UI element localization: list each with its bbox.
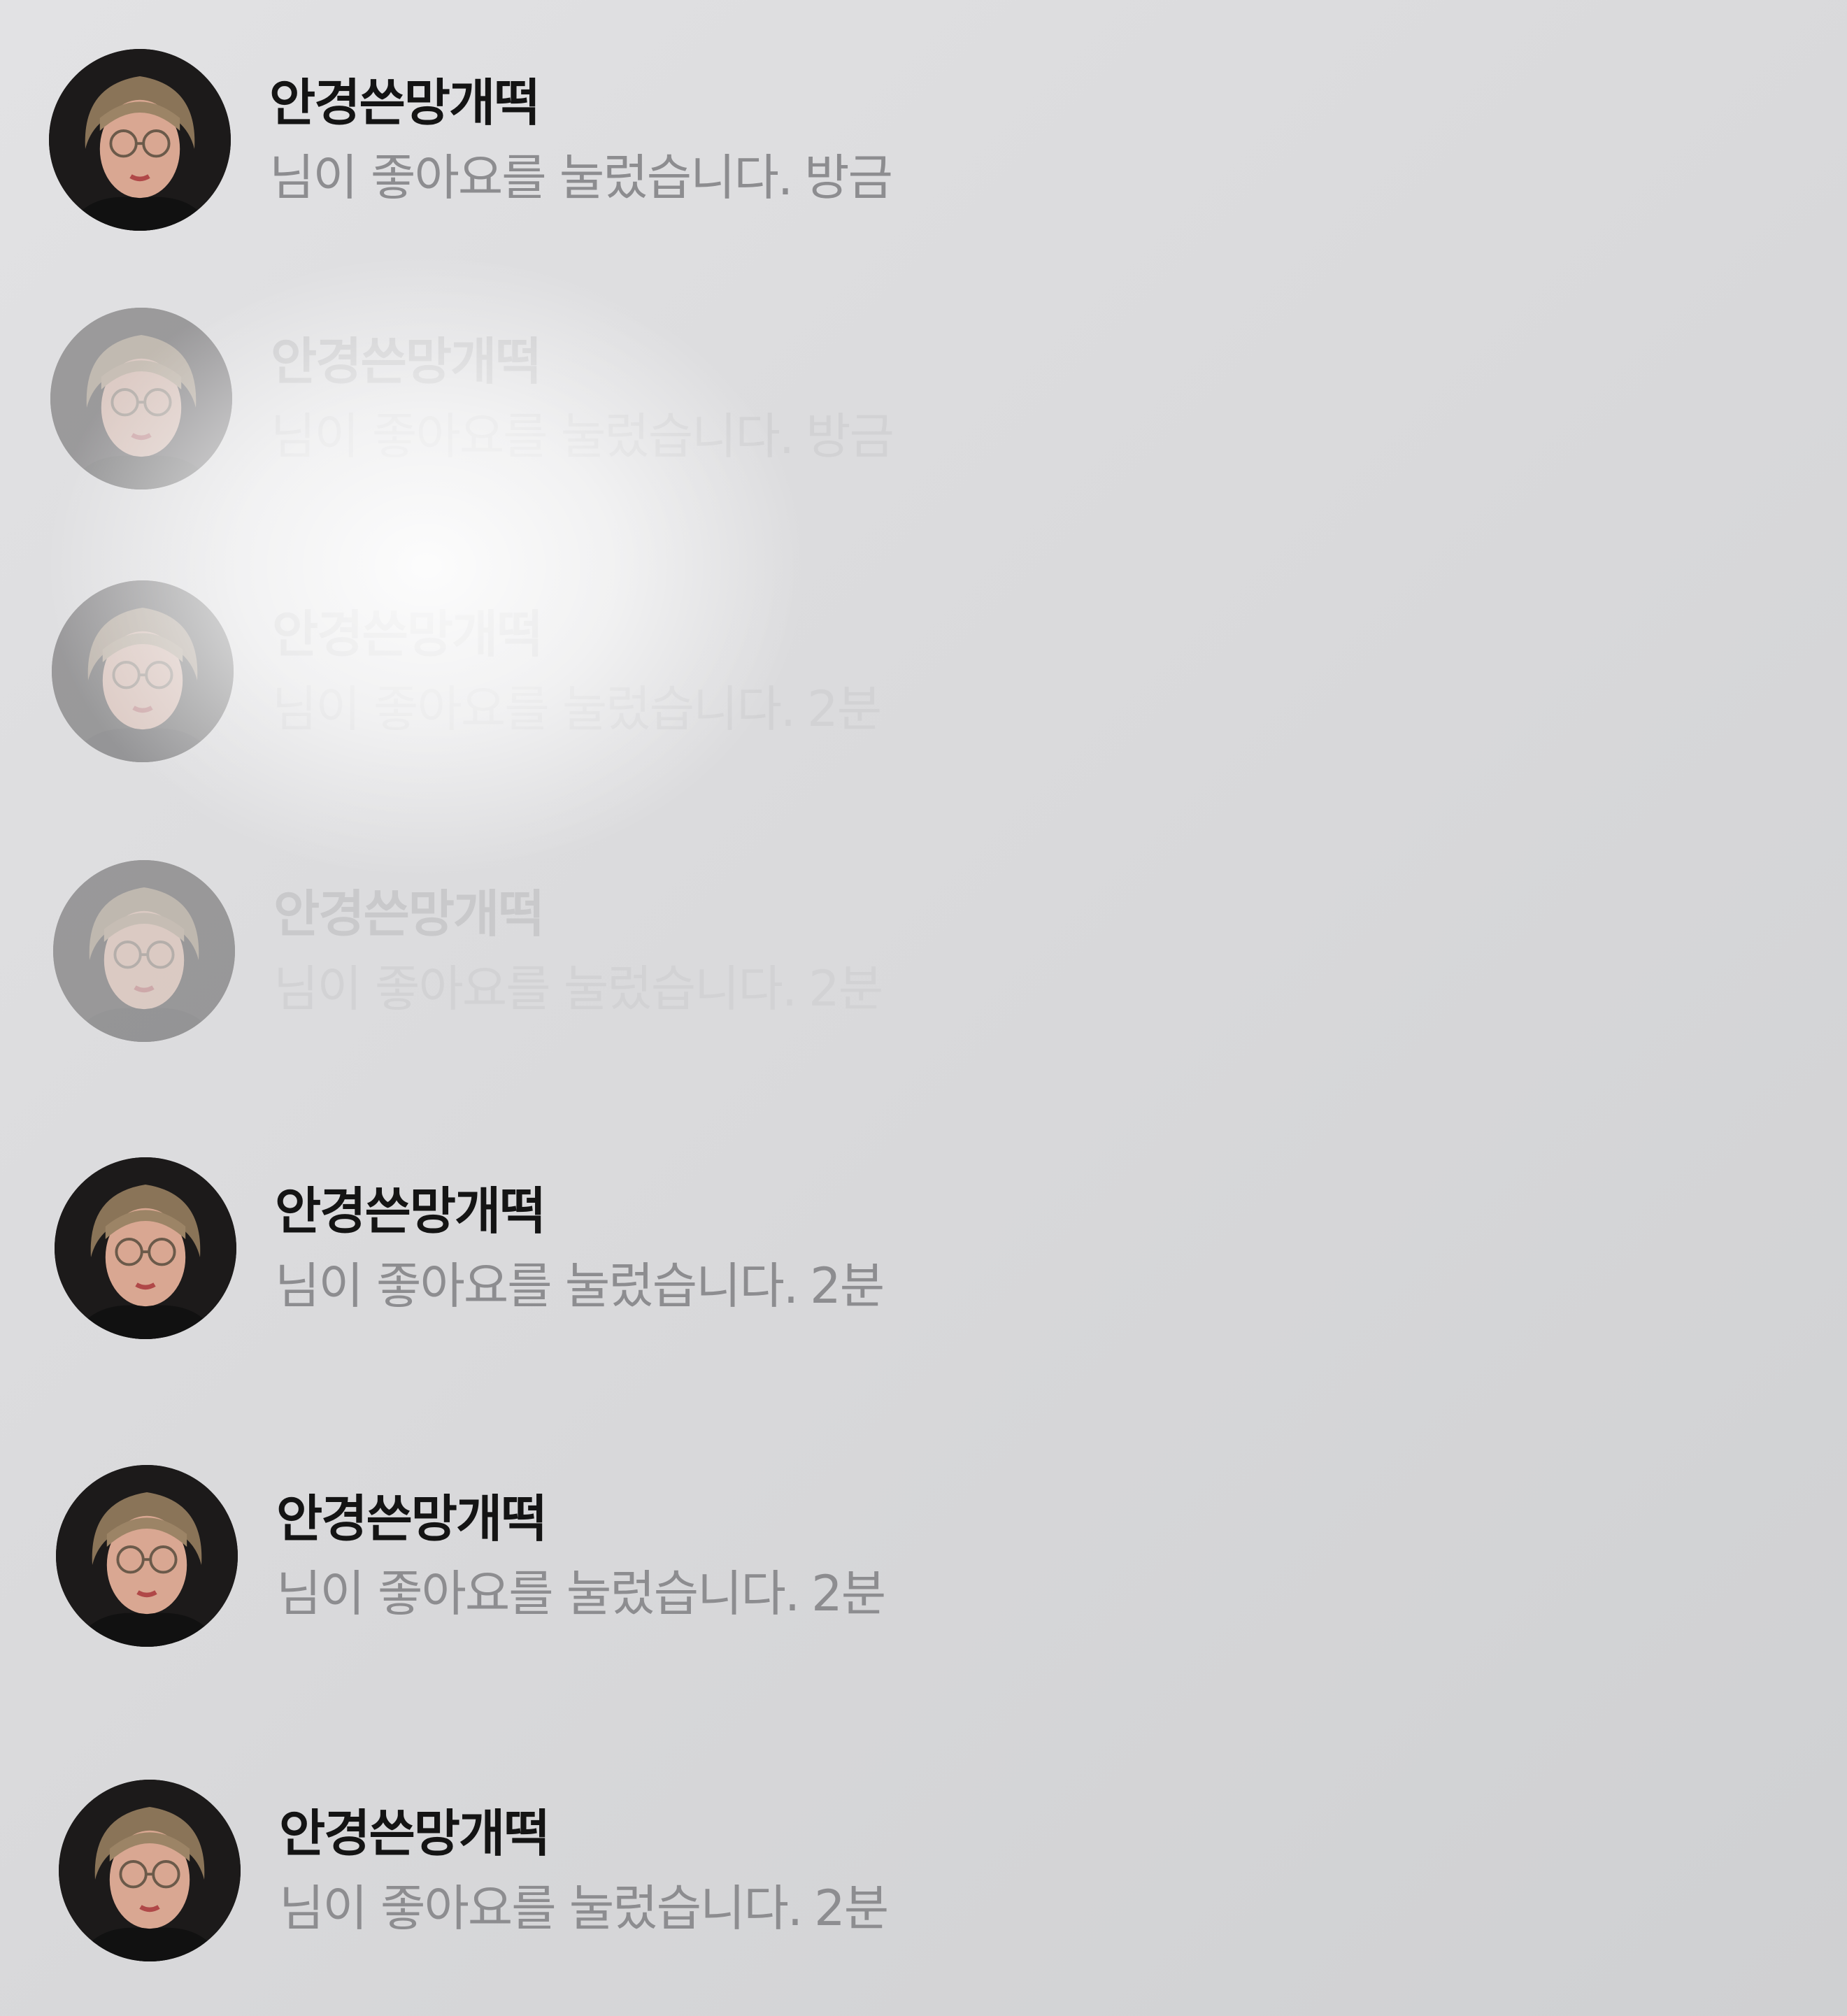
message-text: 님이 좋아요를 눌렀습니다. <box>275 1257 799 1315</box>
username[interactable]: 안경쓴망개떡 <box>269 62 540 135</box>
notification-time: 2분 <box>814 1880 889 1937</box>
notification-message: 님이 좋아요를 눌렀습니다. 방금 <box>271 397 894 468</box>
notification-message: 님이 좋아요를 눌렀습니다. 2분 <box>273 950 883 1020</box>
notification-time: 2분 <box>811 1565 886 1622</box>
username[interactable]: 안경쓴망개떡 <box>279 1792 550 1866</box>
notification-item[interactable]: 안경쓴망개떡 님이 좋아요를 눌렀습니다. 2분 <box>56 1465 1105 1675</box>
user-avatar[interactable] <box>50 308 232 489</box>
username[interactable]: 안경쓴망개떡 <box>276 1478 547 1551</box>
message-text: 님이 좋아요를 눌렀습니다. <box>276 1565 800 1622</box>
username[interactable]: 안경쓴망개떡 <box>273 873 544 946</box>
notification-item[interactable]: 안경쓴망개떡 님이 좋아요를 눌렀습니다. 2분 <box>52 580 1101 790</box>
user-avatar[interactable] <box>55 1157 236 1339</box>
user-avatar[interactable] <box>49 49 231 231</box>
user-avatar-photo-icon <box>59 1780 241 1961</box>
notification-message: 님이 좋아요를 눌렀습니다. 2분 <box>272 670 882 741</box>
user-avatar[interactable] <box>59 1780 241 1961</box>
user-avatar[interactable] <box>53 860 235 1042</box>
notification-time: 2분 <box>807 680 882 738</box>
message-text: 님이 좋아요를 눌렀습니다. <box>272 680 796 738</box>
message-text: 님이 좋아요를 눌렀습니다. <box>279 1880 803 1937</box>
notification-item[interactable]: 안경쓴망개떡 님이 좋아요를 눌렀습니다. 방금 <box>50 308 1099 517</box>
username[interactable]: 안경쓴망개떡 <box>272 593 543 666</box>
notification-message: 님이 좋아요를 눌렀습니다. 2분 <box>275 1247 885 1317</box>
notification-time: 방금 <box>804 149 893 206</box>
notification-item[interactable]: 안경쓴망개떡 님이 좋아요를 눌렀습니다. 2분 <box>55 1157 1104 1367</box>
notification-message: 님이 좋아요를 눌렀습니다. 방금 <box>269 138 893 209</box>
notification-time: 2분 <box>810 1257 885 1315</box>
user-avatar[interactable] <box>52 580 234 762</box>
notification-item[interactable]: 안경쓴망개떡 님이 좋아요를 눌렀습니다. 2분 <box>53 860 1102 1070</box>
user-avatar-photo-icon <box>50 308 232 489</box>
notification-message: 님이 좋아요를 눌렀습니다. 2분 <box>279 1869 889 1940</box>
notification-list: 안경쓴망개떡 님이 좋아요를 눌렀습니다. 방금 안경쓴망개떡 님이 좋아요를 눌… <box>0 0 1847 2016</box>
message-text: 님이 좋아요를 눌렀습니다. <box>273 960 797 1017</box>
username[interactable]: 안경쓴망개떡 <box>271 320 541 394</box>
username[interactable]: 안경쓴망개떡 <box>275 1170 545 1243</box>
notification-time: 방금 <box>806 408 894 465</box>
user-avatar-photo-icon <box>52 580 234 762</box>
user-avatar-photo-icon <box>55 1157 236 1339</box>
message-text: 님이 좋아요를 눌렀습니다. <box>269 149 793 206</box>
user-avatar-photo-icon <box>53 860 235 1042</box>
message-text: 님이 좋아요를 눌렀습니다. <box>271 408 794 465</box>
notification-item[interactable]: 안경쓴망개떡 님이 좋아요를 눌렀습니다. 2분 <box>59 1780 1108 1989</box>
notification-message: 님이 좋아요를 눌렀습니다. 2분 <box>276 1554 886 1625</box>
user-avatar[interactable] <box>56 1465 238 1647</box>
notification-time: 2분 <box>808 960 883 1017</box>
user-avatar-photo-icon <box>49 49 231 231</box>
user-avatar-photo-icon <box>56 1465 238 1647</box>
notification-item[interactable]: 안경쓴망개떡 님이 좋아요를 눌렀습니다. 방금 <box>49 49 1098 259</box>
